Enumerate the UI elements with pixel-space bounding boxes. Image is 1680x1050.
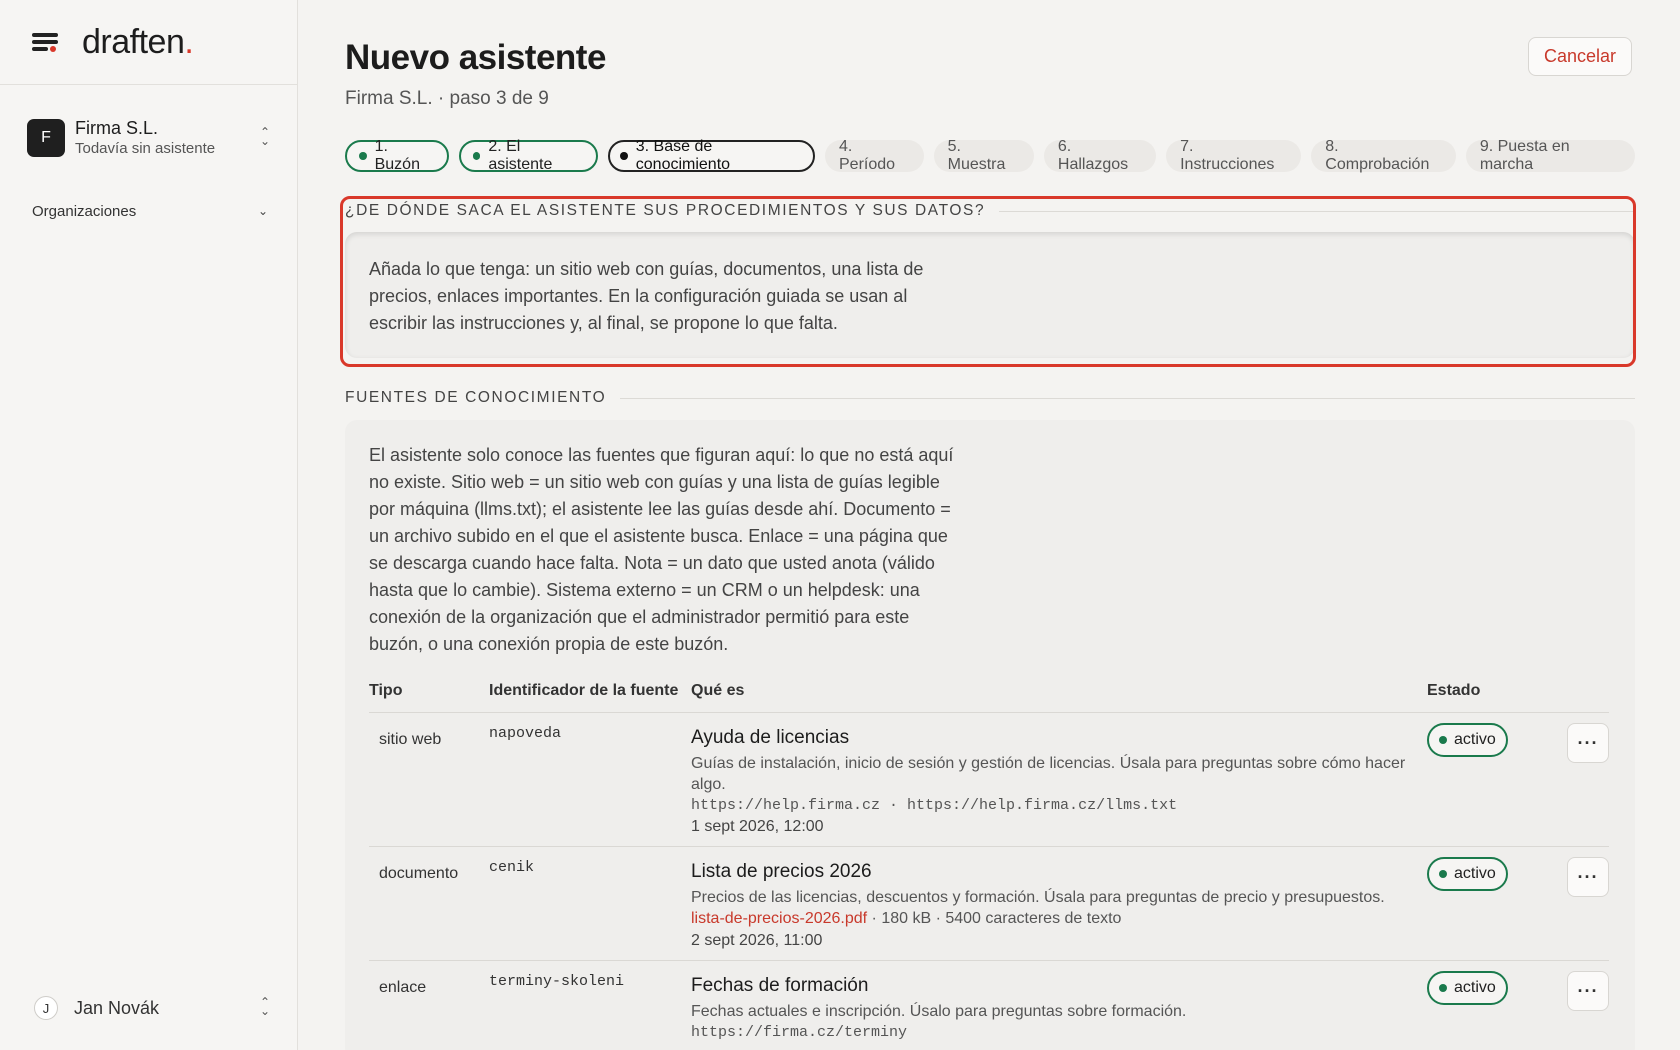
logo[interactable]: draften. — [82, 23, 194, 62]
user-name: Jan Novák — [74, 997, 160, 1018]
status-badge: activo — [1427, 971, 1508, 1005]
source-type: enlace — [369, 960, 489, 1050]
source-urls: https://help.firma.cz · https://help.fir… — [691, 797, 1178, 814]
source-title: Ayuda de licencias — [691, 727, 850, 748]
menu-icon[interactable] — [32, 31, 60, 53]
file-link[interactable]: lista-de-precios-2026.pdf — [691, 910, 867, 927]
sources-table: Tipo Identificador de la fuente Qué es E… — [369, 680, 1609, 1050]
sidebar-item-organizations[interactable]: Organizaciones ⌄ — [32, 199, 268, 223]
source-desc: Fechas actuales e inscripción. Úsalo par… — [691, 1003, 1187, 1020]
source-desc: Precios de las licencias, descuentos y f… — [691, 889, 1385, 906]
chevron-updown-icon: ⌃ ⌄ — [259, 995, 271, 1018]
source-title: Fechas de formación — [691, 975, 869, 996]
org-avatar: F — [27, 119, 65, 157]
col-header-what: Qué es — [691, 682, 745, 699]
source-date: 1 sept 2026, 12:00 — [691, 818, 824, 835]
sidebar-header: draften. — [0, 0, 297, 85]
source-urls: https://firma.cz/terminy — [691, 1024, 908, 1041]
stepper: 1. Buzón 2. El asistente 3. Base de cono… — [345, 138, 1636, 173]
step-check[interactable]: 8. Comprobación — [1311, 138, 1456, 173]
sidebar-item-label: Organizaciones — [32, 202, 137, 220]
table-row: sitio web napoveda Ayuda de licencias Gu… — [369, 712, 1609, 847]
step-launch[interactable]: 9. Puesta en marcha — [1465, 138, 1636, 173]
more-options-button[interactable]: ··· — [1567, 857, 1609, 897]
source-ident: terminy-skoleni — [489, 960, 691, 1050]
table-header-row: Tipo Identificador de la fuente Qué es E… — [369, 680, 1609, 713]
col-header-type: Tipo — [369, 682, 403, 699]
page-subtitle: Firma S.L. · paso 3 de 9 — [345, 88, 549, 109]
col-header-status: Estado — [1427, 682, 1481, 699]
chevron-updown-icon: ⌃ ⌄ — [259, 125, 271, 148]
step-instructions[interactable]: 7. Instrucciones — [1166, 138, 1302, 173]
section-heading-knowledge-sources: FUENTES DE CONOCIMIENTO — [345, 389, 1635, 407]
table-row: enlace terminy-skoleni Fechas de formaci… — [369, 960, 1609, 1050]
page-title: Nuevo asistente — [345, 38, 606, 77]
more-options-button[interactable]: ··· — [1567, 971, 1609, 1011]
avatar: J — [34, 996, 58, 1020]
sources-description: El asistente solo conoce las fuentes que… — [369, 445, 954, 654]
step-findings[interactable]: 6. Hallazgos — [1043, 138, 1157, 173]
source-type: documento — [369, 846, 489, 961]
source-ident: napoveda — [489, 712, 691, 847]
status-badge: activo — [1427, 723, 1508, 757]
source-date: 2 sept 2026, 11:00 — [691, 932, 823, 949]
step-sample[interactable]: 5. Muestra — [933, 138, 1034, 173]
more-options-button[interactable]: ··· — [1567, 723, 1609, 763]
step-knowledge-base[interactable]: 3. Base de conocimiento — [608, 138, 815, 173]
table-row: documento cenik Lista de precios 2026 Pr… — [369, 846, 1609, 961]
file-info: · 180 kB · 5400 caracteres de texto — [867, 910, 1122, 927]
highlight-frame — [340, 196, 1636, 367]
col-header-ident: Identificador de la fuente — [489, 682, 679, 699]
status-badge: activo — [1427, 857, 1508, 891]
org-subtitle: Todavía sin asistente — [75, 140, 216, 157]
org-name: Firma S.L. — [75, 118, 159, 138]
sources-card: El asistente solo conoce las fuentes que… — [345, 420, 1635, 1050]
org-switcher[interactable]: F Firma S.L. Todavía sin asistente ⌃ ⌄ — [27, 116, 272, 160]
source-ident: cenik — [489, 846, 691, 961]
source-desc: Guías de instalación, inicio de sesión y… — [691, 755, 1406, 793]
user-menu[interactable]: J Jan Novák ⌃ ⌄ — [34, 995, 272, 1021]
sidebar: draften. F Firma S.L. Todavía sin asiste… — [0, 0, 298, 1050]
chevron-down-icon: ⌄ — [257, 204, 268, 218]
source-title: Lista de precios 2026 — [691, 861, 872, 882]
step-period[interactable]: 4. Período — [825, 138, 924, 173]
step-mailbox[interactable]: 1. Buzón — [345, 138, 449, 173]
source-type: sitio web — [369, 712, 489, 847]
cancel-button[interactable]: Cancelar — [1528, 37, 1632, 76]
step-assistant[interactable]: 2. El asistente — [458, 138, 599, 173]
